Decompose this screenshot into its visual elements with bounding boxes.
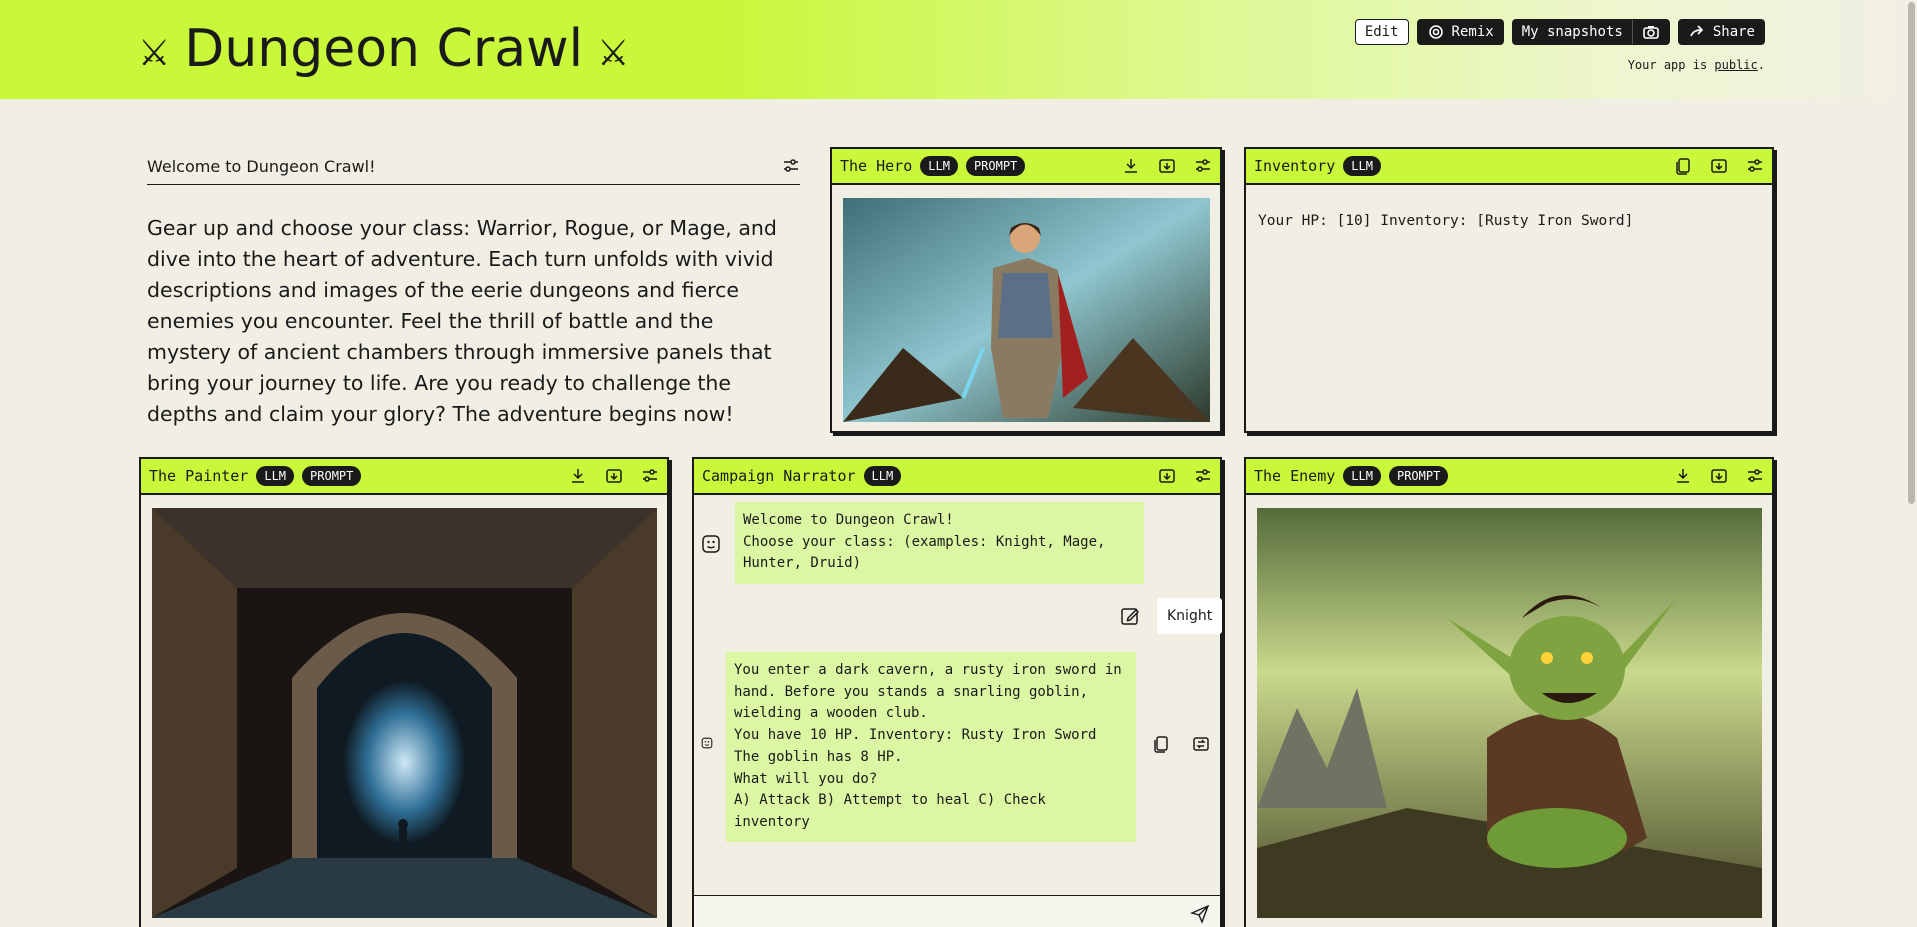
app-title-text: Dungeon Crawl bbox=[184, 19, 584, 79]
app-header: ⚔ Dungeon Crawl ⚔ Edit Remix My snapshot… bbox=[0, 0, 1906, 99]
export-icon[interactable] bbox=[1158, 467, 1176, 485]
visibility-note: Your app is public. bbox=[1628, 58, 1765, 72]
export-icon[interactable] bbox=[1158, 157, 1176, 175]
copy-icon[interactable] bbox=[1674, 157, 1692, 175]
crossed-swords-icon: ⚔ bbox=[138, 32, 171, 74]
welcome-description: Gear up and choose your class: Warrior, … bbox=[147, 216, 777, 426]
export-icon[interactable] bbox=[605, 467, 623, 485]
dungeon-image bbox=[152, 508, 657, 918]
inventory-panel-header: Inventory LLM bbox=[1246, 149, 1772, 185]
public-link[interactable]: public bbox=[1714, 58, 1757, 72]
hero-image bbox=[843, 198, 1210, 422]
edit-button[interactable]: Edit bbox=[1354, 19, 1409, 45]
camera-button[interactable] bbox=[1633, 20, 1669, 44]
header-actions: Edit Remix My snapshots Share bbox=[1354, 19, 1765, 45]
prompt-badge: PROMPT bbox=[965, 156, 1026, 176]
chat-input[interactable] bbox=[694, 895, 1220, 927]
inventory-text: Your HP: [10] Inventory: [Rusty Iron Swo… bbox=[1258, 213, 1634, 229]
remix-label: Remix bbox=[1451, 24, 1494, 40]
page-scrollbar[interactable] bbox=[1906, 0, 1917, 927]
remix-icon bbox=[1427, 23, 1445, 41]
remix-button[interactable]: Remix bbox=[1416, 19, 1504, 45]
user-message: Knight bbox=[1157, 598, 1223, 634]
welcome-panel: Welcome to Dungeon Crawl! Gear up and ch… bbox=[147, 148, 800, 430]
painter-panel-title: The Painter bbox=[149, 467, 249, 485]
settings-sliders-icon[interactable] bbox=[1194, 467, 1212, 485]
share-arrow-icon bbox=[1688, 23, 1706, 41]
snapshots-group: My snapshots bbox=[1511, 19, 1670, 45]
send-icon[interactable] bbox=[1190, 904, 1210, 924]
painter-panel: The Painter LLM PROMPT bbox=[139, 457, 669, 927]
crossed-swords-icon: ⚔ bbox=[597, 32, 630, 74]
llm-badge: LLM bbox=[1343, 156, 1381, 176]
settings-sliders-icon[interactable] bbox=[1746, 157, 1764, 175]
narrator-message: You enter a dark cavern, a rusty iron sw… bbox=[726, 652, 1136, 842]
enemy-panel-header: The Enemy LLM PROMPT bbox=[1246, 459, 1772, 495]
share-button[interactable]: Share bbox=[1677, 19, 1765, 45]
note-suffix: . bbox=[1757, 58, 1765, 72]
share-label: Share bbox=[1712, 24, 1755, 40]
narrator-message: Welcome to Dungeon Crawl! Choose your cl… bbox=[735, 502, 1144, 584]
prompt-badge: PROMPT bbox=[302, 466, 362, 486]
hero-panel: The Hero LLM PROMPT bbox=[830, 147, 1222, 433]
narrator-panel: Campaign Narrator LLM Welcome to Dungeon… bbox=[692, 457, 1223, 927]
export-icon[interactable] bbox=[1710, 467, 1728, 485]
llm-badge: LLM bbox=[863, 466, 902, 486]
narrator-panel-title: Campaign Narrator bbox=[702, 467, 856, 485]
settings-sliders-icon[interactable] bbox=[641, 467, 659, 485]
painter-panel-header: The Painter LLM PROMPT bbox=[141, 459, 667, 495]
edit-label: Edit bbox=[1364, 24, 1399, 40]
bot-avatar-icon bbox=[701, 534, 721, 554]
export-icon[interactable] bbox=[1710, 157, 1728, 175]
inventory-panel: Inventory LLM Your HP: [10] Inventory: [… bbox=[1244, 147, 1774, 433]
goblin-image bbox=[1257, 508, 1762, 918]
llm-badge: LLM bbox=[1343, 466, 1381, 486]
app-title: ⚔ Dungeon Crawl ⚔ bbox=[138, 14, 629, 84]
copy-icon[interactable] bbox=[1152, 735, 1170, 753]
enemy-panel: The Enemy LLM PROMPT bbox=[1244, 457, 1774, 927]
inventory-panel-title: Inventory bbox=[1254, 157, 1336, 175]
settings-sliders-icon[interactable] bbox=[1194, 157, 1212, 175]
my-snapshots-button[interactable]: My snapshots bbox=[1513, 20, 1632, 44]
download-icon[interactable] bbox=[569, 467, 587, 485]
prompt-badge: PROMPT bbox=[1388, 466, 1449, 486]
settings-sliders-icon[interactable] bbox=[1746, 467, 1764, 485]
narrator-panel-header: Campaign Narrator LLM bbox=[694, 459, 1220, 495]
camera-icon bbox=[1642, 23, 1660, 41]
scrollbar-thumb[interactable] bbox=[1908, 2, 1915, 504]
download-icon[interactable] bbox=[1122, 157, 1140, 175]
note-prefix: Your app is bbox=[1627, 58, 1715, 72]
regenerate-icon[interactable] bbox=[1192, 735, 1210, 753]
hero-panel-title: The Hero bbox=[840, 157, 913, 175]
settings-sliders-icon[interactable] bbox=[782, 157, 800, 175]
bot-avatar-icon bbox=[701, 737, 713, 749]
download-icon[interactable] bbox=[1674, 467, 1692, 485]
llm-badge: LLM bbox=[256, 466, 295, 486]
welcome-header: Welcome to Dungeon Crawl! bbox=[147, 148, 800, 185]
snapshots-label: My snapshots bbox=[1521, 24, 1623, 40]
edit-pencil-icon[interactable] bbox=[1120, 606, 1140, 626]
enemy-panel-title: The Enemy bbox=[1254, 467, 1336, 485]
llm-badge: LLM bbox=[920, 156, 958, 176]
welcome-heading: Welcome to Dungeon Crawl! bbox=[147, 156, 376, 176]
hero-panel-header: The Hero LLM PROMPT bbox=[832, 149, 1220, 185]
